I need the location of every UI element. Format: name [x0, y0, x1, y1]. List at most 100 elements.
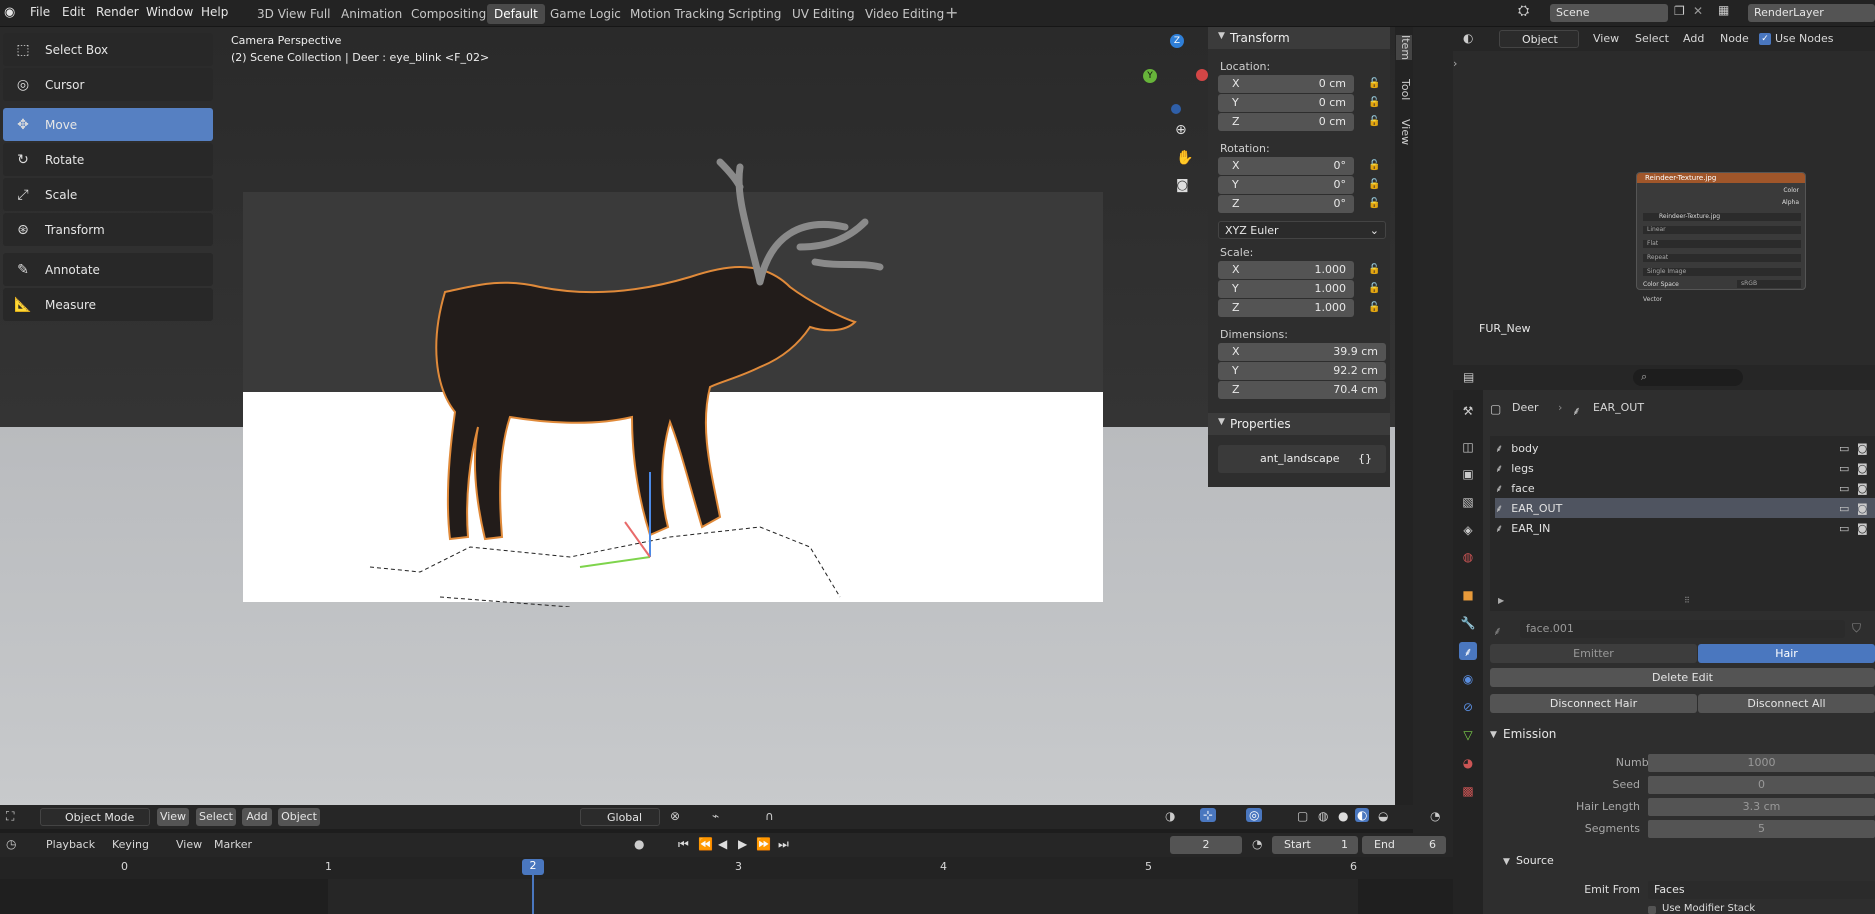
lock-icon[interactable]: 🔓	[1368, 302, 1380, 314]
tool-annotate[interactable]: ✎ Annotate	[3, 253, 213, 286]
disconnect-hair-button[interactable]: Disconnect Hair	[1490, 694, 1697, 713]
delete-edit-button[interactable]: Delete Edit	[1490, 668, 1875, 687]
lock-icon[interactable]: 🔓	[1368, 78, 1380, 90]
tab-tool[interactable]: Tool	[1396, 79, 1412, 100]
viewport-visibility-icon[interactable]: ▭	[1839, 522, 1849, 535]
end-frame-field[interactable]: End 6	[1362, 836, 1446, 854]
texture-icon[interactable]: ▩	[1459, 782, 1477, 800]
menu-view[interactable]: View	[157, 808, 189, 826]
lock-icon[interactable]: 🔓	[1368, 160, 1380, 172]
tool-scale[interactable]: ⤢ Scale	[3, 178, 213, 211]
list-item[interactable]: ⸙ legs ▭ ◙	[1495, 458, 1875, 478]
rotation-mode-select[interactable]: XYZ Euler ⌄	[1218, 221, 1386, 239]
object-data-icon[interactable]: ▽	[1459, 726, 1477, 744]
jump-start-icon[interactable]: ⏮	[678, 837, 689, 852]
fake-user-icon[interactable]: ⛉	[1852, 621, 1861, 636]
start-frame-field[interactable]: Start 1	[1272, 836, 1358, 854]
render-preview-icon[interactable]: ◔	[1430, 809, 1440, 823]
colorspace-select[interactable]: sRGB	[1737, 280, 1801, 288]
xray-icon[interactable]: ▢	[1297, 809, 1308, 823]
extension-select[interactable]: Repeat	[1643, 254, 1801, 262]
image-texture-node[interactable]: Reindeer-Texture.jpg Color Alpha Reindee…	[1636, 172, 1806, 290]
menu-add[interactable]: Add	[1683, 32, 1704, 45]
list-item[interactable]: ⸙ body ▭ ◙	[1495, 438, 1875, 458]
menu-add[interactable]: Add	[242, 808, 272, 826]
gizmo-z-axis[interactable]: Z	[1170, 34, 1184, 48]
edit-property-icon[interactable]: {}	[1358, 452, 1372, 465]
render-icon[interactable]: ◫	[1459, 438, 1477, 456]
menu-view[interactable]: View	[176, 838, 202, 851]
menu-marker[interactable]: Marker	[214, 838, 252, 851]
particles-icon[interactable]: ⸙	[1459, 642, 1477, 660]
editor-type-icon[interactable]: ▤	[1463, 370, 1474, 384]
view-layer-icon[interactable]: ▧	[1459, 493, 1477, 511]
scene-icon[interactable]: ◈	[1459, 521, 1477, 539]
tool-measure[interactable]: 📐 Measure	[3, 288, 213, 321]
tool-cursor[interactable]: ◎ Cursor	[3, 68, 213, 101]
particle-settings-name[interactable]: face.001	[1520, 620, 1845, 638]
search-input[interactable]: ⌕	[1633, 369, 1743, 386]
resize-handle-icon[interactable]: ⠿	[1684, 596, 1690, 605]
tab-animation[interactable]: Animation	[334, 4, 409, 24]
rotation-y-field[interactable]: Y 0°	[1218, 176, 1354, 194]
emission-panel-header[interactable]: Emission	[1503, 727, 1556, 741]
number-field[interactable]: 1000	[1648, 754, 1875, 772]
type-hair[interactable]: Hair	[1698, 644, 1875, 663]
render-visibility-icon[interactable]: ◙	[1857, 522, 1868, 535]
blender-logo-icon[interactable]: ◉	[4, 5, 15, 20]
record-icon[interactable]: ●	[634, 837, 644, 851]
menu-file[interactable]: File	[30, 5, 50, 19]
scale-x-field[interactable]: X 1.000	[1218, 261, 1354, 279]
use-nodes-checkbox[interactable]: ✓	[1759, 33, 1771, 45]
rotation-z-field[interactable]: Z 0°	[1218, 195, 1354, 213]
render-visibility-icon[interactable]: ◙	[1857, 502, 1868, 515]
dimensions-x-field[interactable]: X 39.9 cm	[1218, 343, 1386, 361]
overlay-toggle-icon[interactable]: ◎	[1246, 808, 1263, 822]
output-icon[interactable]: ▣	[1459, 465, 1477, 483]
location-x-field[interactable]: X0 cm	[1218, 75, 1354, 93]
modifier-icon[interactable]: 🔧	[1459, 614, 1477, 632]
menu-object[interactable]: Object	[278, 808, 320, 826]
physics-icon[interactable]: ◉	[1459, 670, 1477, 688]
menu-render[interactable]: Render	[96, 5, 139, 19]
menu-view[interactable]: View	[1593, 32, 1619, 45]
delete-scene-icon[interactable]: ✕	[1693, 4, 1703, 18]
playhead-line[interactable]	[532, 875, 534, 914]
gizmo-neg-z[interactable]	[1171, 104, 1181, 114]
list-item[interactable]: ⸙ face ▭ ◙	[1495, 478, 1875, 498]
pan-hand-icon[interactable]: ✋	[1176, 150, 1193, 166]
mode-select[interactable]: Object Mode	[40, 808, 150, 826]
render-visibility-icon[interactable]: ◙	[1857, 482, 1868, 495]
object-icon[interactable]: ■	[1459, 586, 1477, 604]
render-layer-icon[interactable]: ▦	[1718, 3, 1729, 17]
segments-field[interactable]: 5	[1648, 820, 1875, 838]
navigation-gizmo[interactable]: Z Y	[1143, 32, 1213, 114]
playhead-frame[interactable]: 2	[522, 859, 544, 875]
copy-scene-icon[interactable]: ❐	[1674, 4, 1685, 18]
editor-type-icon[interactable]: ⛶	[6, 809, 14, 824]
pivot-icon[interactable]: ⊗	[670, 809, 680, 823]
lock-icon[interactable]: 🔓	[1368, 97, 1380, 109]
tool-select-box[interactable]: ⬚ Select Box	[3, 33, 213, 66]
play-icon[interactable]: ▶	[738, 837, 747, 851]
shader-node-editor[interactable]: ◐ Object View Select Add Node ✓ Use Node…	[1453, 27, 1875, 365]
tab-3d-view-full[interactable]: 3D View Full	[250, 4, 338, 24]
tab-uv-editing[interactable]: UV Editing	[785, 4, 862, 24]
lock-icon[interactable]: 🔓	[1368, 283, 1380, 295]
use-modifier-stack-checkbox[interactable]	[1648, 906, 1656, 914]
prev-keyframe-icon[interactable]: ⏪	[698, 837, 713, 851]
stopwatch-icon[interactable]: ◔	[1252, 837, 1262, 851]
render-layer-field[interactable]: RenderLayer	[1748, 4, 1875, 22]
next-keyframe-icon[interactable]: ⏩	[756, 837, 771, 851]
orientation-select[interactable]: Global	[580, 808, 660, 826]
custom-property-row[interactable]: ant_landscape {}	[1218, 445, 1386, 473]
menu-edit[interactable]: Edit	[62, 5, 85, 19]
gizmo-toggle-icon[interactable]: ⊹	[1200, 808, 1217, 822]
tool-move[interactable]: ✥ Move	[3, 108, 213, 141]
wireframe-shading-icon[interactable]: ◍	[1318, 809, 1328, 823]
collapse-arrow-icon[interactable]: ▼	[1503, 857, 1510, 867]
camera-view-icon[interactable]: ◙	[1176, 178, 1189, 193]
material-icon[interactable]: ◕	[1459, 754, 1477, 772]
hair-length-field[interactable]: 3.3 cm	[1648, 798, 1875, 816]
list-item[interactable]: ⸙ EAR_IN ▭ ◙	[1495, 518, 1875, 538]
